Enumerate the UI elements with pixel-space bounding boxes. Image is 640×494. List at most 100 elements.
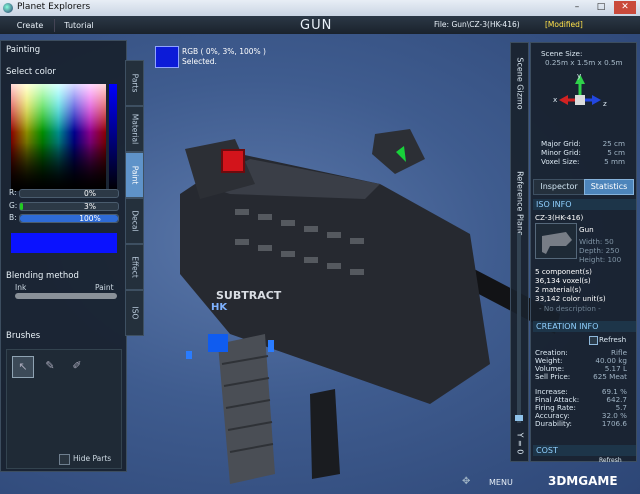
ink-label: Ink bbox=[15, 283, 27, 292]
minor-grid-label: Minor Grid: bbox=[541, 148, 581, 157]
tab-iso[interactable]: ISO bbox=[125, 290, 144, 336]
reference-plane-handle[interactable] bbox=[515, 415, 523, 421]
paint-label: Paint bbox=[95, 283, 114, 292]
b-slider[interactable]: 100% bbox=[19, 214, 119, 223]
tab-decal[interactable]: Decal bbox=[125, 198, 144, 244]
maximize-button[interactable]: □ bbox=[590, 1, 612, 14]
right-panel: Scene Size: 0.25m x 1.5m x 0.5m y x z Ma… bbox=[530, 42, 637, 464]
brushes-box: ↖ ✎ ✐ Hide Parts bbox=[6, 349, 122, 469]
panel-title: Painting bbox=[6, 45, 41, 55]
major-grid-value: 25 cm bbox=[602, 139, 625, 148]
y-value-label: Y = 0 bbox=[515, 432, 524, 455]
tab-effect-label: Effect bbox=[130, 256, 139, 278]
move-icon[interactable]: ✥ bbox=[462, 476, 470, 487]
iso-color-units: 33,142 color unit(s) bbox=[535, 294, 606, 303]
b-label: B: bbox=[9, 213, 17, 222]
painting-panel: Painting Select color R: 0% G: 3% B: 100… bbox=[0, 40, 127, 472]
iso-voxels: 36,134 voxel(s) bbox=[535, 276, 591, 285]
create-button[interactable]: Create bbox=[10, 19, 50, 32]
scene-size-value: 0.25m x 1.5m x 0.5m bbox=[545, 58, 623, 67]
blending-slider[interactable] bbox=[15, 293, 117, 299]
major-grid-label: Major Grid: bbox=[541, 139, 581, 148]
reference-plane-label: Reference Plane bbox=[515, 171, 524, 236]
tab-effect[interactable]: Effect bbox=[125, 244, 144, 290]
brushes-label: Brushes bbox=[6, 331, 41, 341]
iso-materials: 2 material(s) bbox=[535, 285, 582, 294]
gizmo-strip: Scene Gizmo Reference Plane Y = 0 bbox=[510, 42, 529, 462]
color-spectrum-picker[interactable] bbox=[11, 84, 106, 191]
tab-material[interactable]: Material bbox=[125, 106, 144, 152]
scene-gizmo-label: Scene Gizmo bbox=[515, 57, 524, 110]
iso-components: 5 component(s) bbox=[535, 267, 592, 276]
iso-width: Width: 50 bbox=[579, 237, 614, 246]
hide-parts-label: Hide Parts bbox=[73, 454, 112, 463]
iso-type: Gun bbox=[579, 225, 594, 234]
tab-material-label: Material bbox=[130, 113, 139, 145]
iso-height: Height: 100 bbox=[579, 255, 622, 264]
current-color-swatch bbox=[155, 46, 179, 68]
voxel-size-value: 5 mm bbox=[604, 157, 625, 166]
tab-paint-label: Paint bbox=[130, 165, 139, 185]
tab-parts-label: Parts bbox=[130, 73, 139, 93]
selected-status: Selected. bbox=[182, 57, 217, 66]
top-toolbar: Create Tutorial GUN File: Gun\CZ-3(HK-41… bbox=[0, 16, 640, 35]
gun-thumbnail-icon bbox=[542, 232, 572, 254]
tab-iso-label: ISO bbox=[130, 306, 139, 320]
refresh-label: Refresh bbox=[599, 335, 627, 344]
decal-text: HK bbox=[211, 302, 228, 313]
window-title: Planet Explorers bbox=[17, 2, 91, 12]
blending-method-label: Blending method bbox=[6, 271, 79, 281]
sell-price-label: Sell Price: bbox=[535, 372, 571, 381]
select-brush-button[interactable]: ↖ bbox=[12, 356, 34, 378]
axis-z-label: z bbox=[603, 99, 607, 108]
tab-inspector[interactable]: Inspector bbox=[533, 179, 585, 195]
g-slider[interactable]: 3% bbox=[19, 202, 119, 211]
minor-grid-value: 5 cm bbox=[607, 148, 625, 157]
g-label: G: bbox=[9, 201, 18, 210]
tab-paint[interactable]: Paint bbox=[125, 152, 144, 198]
iso-thumbnail bbox=[535, 223, 577, 259]
iso-info-header: ISO INFO bbox=[533, 199, 636, 210]
axis-x-label: x bbox=[553, 95, 558, 104]
app-logo-icon bbox=[3, 3, 13, 13]
iso-description[interactable]: - No description - bbox=[539, 304, 601, 313]
refresh-checkbox[interactable] bbox=[589, 336, 598, 345]
durability-value: 1706.6 bbox=[601, 419, 627, 428]
rgb-readout: RGB ( 0%, 3%, 100% ) bbox=[182, 47, 266, 56]
close-button[interactable]: ✕ bbox=[614, 1, 636, 14]
r-slider[interactable]: 0% bbox=[19, 189, 119, 198]
picker-brush-button[interactable]: ✐ bbox=[67, 356, 87, 376]
g-value: 3% bbox=[84, 202, 96, 211]
paint-brush-button[interactable]: ✎ bbox=[40, 356, 60, 376]
selected-color-preview bbox=[11, 233, 117, 253]
modified-flag: [Modified] bbox=[545, 20, 583, 29]
minimize-button[interactable]: – bbox=[566, 1, 588, 14]
scene-size-label: Scene Size: bbox=[541, 49, 583, 58]
editor-title: GUN bbox=[300, 18, 333, 33]
b-value: 100% bbox=[79, 214, 101, 223]
reference-plane-slider[interactable] bbox=[515, 233, 523, 423]
iso-name: CZ-3(HK-416) bbox=[535, 213, 584, 222]
g-fill bbox=[20, 203, 23, 210]
durability-label: Durability: bbox=[535, 419, 572, 428]
tab-decal-label: Decal bbox=[130, 210, 139, 232]
menu-button[interactable]: MENU bbox=[489, 478, 513, 487]
select-color-label: Select color bbox=[6, 67, 56, 77]
subtract-label: SUBTRACT bbox=[216, 289, 282, 302]
cost-header: COST bbox=[533, 445, 636, 456]
tab-parts[interactable]: Parts bbox=[125, 60, 144, 106]
axis-y-label: y bbox=[577, 71, 582, 80]
window-titlebar: Planet Explorers – □ ✕ bbox=[0, 0, 640, 16]
iso-depth: Depth: 250 bbox=[579, 246, 620, 255]
sell-price-value: 625 Meat bbox=[593, 372, 627, 381]
tutorial-button[interactable]: Tutorial bbox=[54, 19, 103, 32]
r-label: R: bbox=[9, 188, 17, 197]
r-value: 0% bbox=[84, 189, 96, 198]
watermark: 3DMGAME bbox=[548, 474, 618, 488]
voxel-size-label: Voxel Size: bbox=[541, 157, 580, 166]
tab-statistics[interactable]: Statistics bbox=[584, 179, 634, 195]
cost-refresh-label: Refresh bbox=[599, 457, 622, 464]
brightness-slider[interactable] bbox=[109, 84, 117, 191]
creation-info-header: CREATION INFO bbox=[533, 321, 636, 332]
hide-parts-checkbox[interactable] bbox=[59, 454, 70, 465]
